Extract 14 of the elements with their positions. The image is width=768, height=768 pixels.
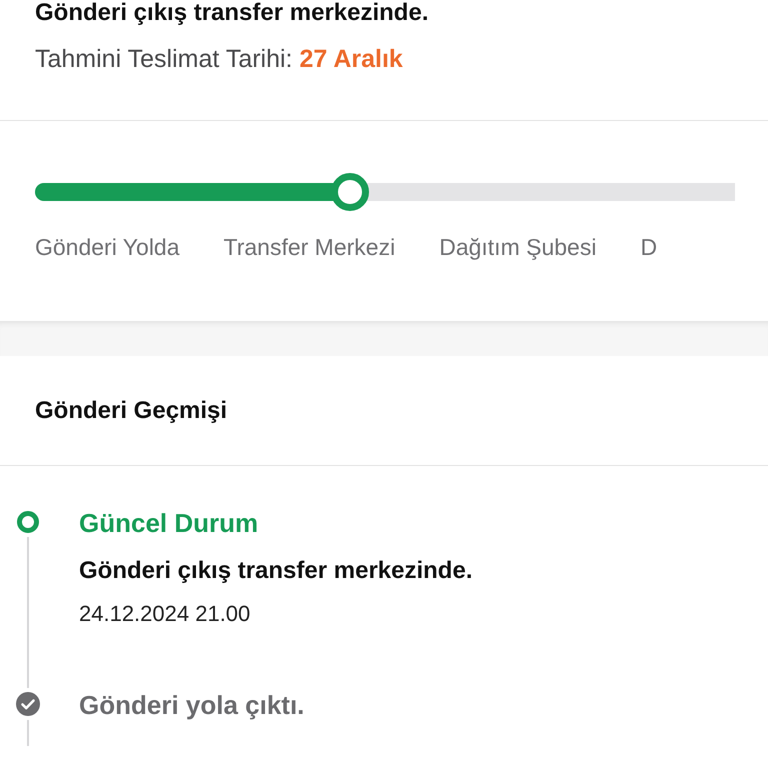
event-title: Gönderi yola çıktı.: [79, 689, 304, 722]
check-circle-icon: [16, 692, 40, 716]
status-ring-icon: [17, 511, 39, 533]
status-text: Gönderi çıkış transfer merkezinde.: [35, 0, 430, 26]
event-title: Güncel Durum: [79, 507, 260, 540]
step-label: Transfer Merkezi: [224, 234, 396, 261]
eta-date: 27 Aralık: [300, 45, 403, 73]
step-label: Gönderi Yolda: [35, 234, 180, 261]
section-title: Gönderi Geçmişi: [0, 356, 768, 466]
event-description: Gönderi çıkış transfer merkezinde.: [79, 556, 472, 586]
eta-label: Tahmini Teslimat Tarihi:: [35, 45, 293, 73]
step-label: D: [640, 234, 658, 261]
event-time: 24.12.2024 21.00: [79, 600, 252, 628]
step-label: Dağıtım Şubesi: [439, 234, 596, 261]
